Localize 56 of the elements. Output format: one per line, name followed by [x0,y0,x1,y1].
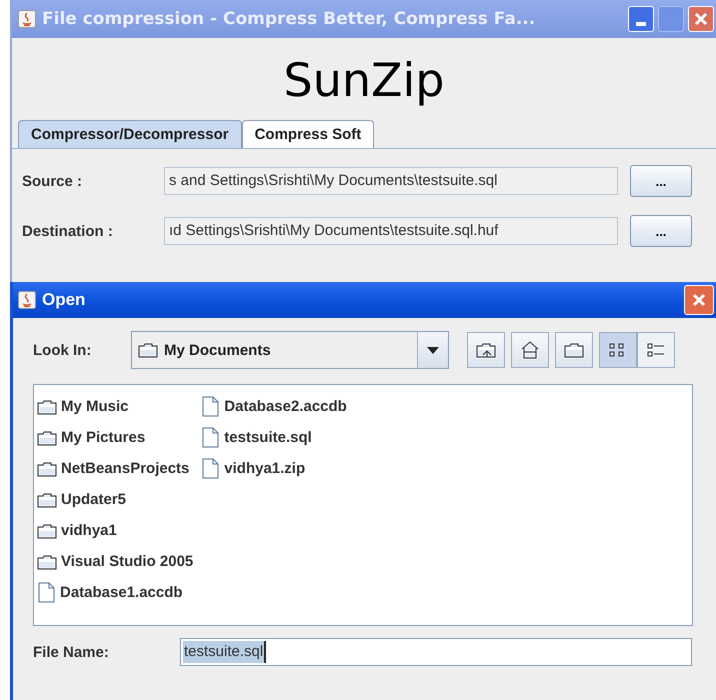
close-icon [692,293,706,307]
file-item[interactable]: My Music [61,398,129,415]
field-label: Source : [22,172,84,190]
caret-icon [427,346,439,354]
close-button[interactable] [684,285,714,315]
file-item[interactable]: My Pictures [61,429,146,446]
folder-icon [37,522,57,538]
document-icon [37,582,56,603]
path-field[interactable]: s and Settings\Srishti\My Documents\testsuite.sql [164,167,618,195]
app-logo: SunZip [284,52,444,109]
up-folder-button[interactable] [467,332,505,368]
document-icon [201,458,220,479]
dialog-title: Open [42,290,86,310]
document-icon [201,396,220,417]
look-in-dropdown[interactable]: My Documents [131,331,449,369]
path-field[interactable]: ıd Settings\Srishti\My Documents\testsuite.sql.huf [164,217,618,245]
home-button[interactable] [511,332,549,368]
app-icon [18,10,36,28]
file-item[interactable]: Database2.accdb [224,398,347,415]
window-title: File compression - Compress Better, Compress Fa... [42,9,536,29]
close-icon [694,12,708,26]
tab[interactable]: Compress Soft [242,120,374,148]
file-list[interactable]: My Music My Pictures NetBeansProjects Updater5 vidhya1 Visual Studio 2005 Database1.accdb Database2.accdb testsuite.sql vidhya1.zip [33,384,693,626]
browse-button[interactable]: ... [630,215,692,247]
file-item[interactable]: vidhya1 [61,522,117,539]
dropdown-button[interactable] [417,332,448,368]
file-item[interactable]: testsuite.sql [224,429,312,446]
field-label: Destination : [22,222,114,240]
up-folder-icon [476,342,496,358]
folder-icon [37,554,57,570]
tab[interactable]: Compressor/Decompressor [18,120,242,148]
folder-icon [37,430,57,446]
minimize-icon [636,22,646,26]
folder-icon [138,342,158,358]
browse-button[interactable]: ... [630,165,692,197]
folder-icon [37,492,57,508]
file-item[interactable]: Visual Studio 2005 [61,553,194,570]
folder-icon [37,460,57,476]
close-button[interactable] [688,6,714,32]
home-icon [520,341,540,359]
new-folder-button[interactable] [555,332,593,368]
document-icon [201,427,220,448]
file-item[interactable]: Database1.accdb [60,584,183,601]
minimize-button[interactable] [628,6,654,32]
file-item[interactable]: NetBeansProjects [61,460,190,477]
file-item[interactable]: Updater5 [61,491,126,508]
file-name-field[interactable]: testsuite.sql [180,638,692,666]
folder-icon [37,398,57,414]
list-view-button[interactable] [599,332,637,368]
file-item[interactable]: vidhya1.zip [224,460,306,477]
field-label: Look In: [33,342,92,358]
field-label: File Name: [33,644,110,660]
folder-icon [564,342,584,358]
app-icon [18,291,36,309]
details-view-icon [647,342,665,358]
details-view-button[interactable] [637,332,675,368]
